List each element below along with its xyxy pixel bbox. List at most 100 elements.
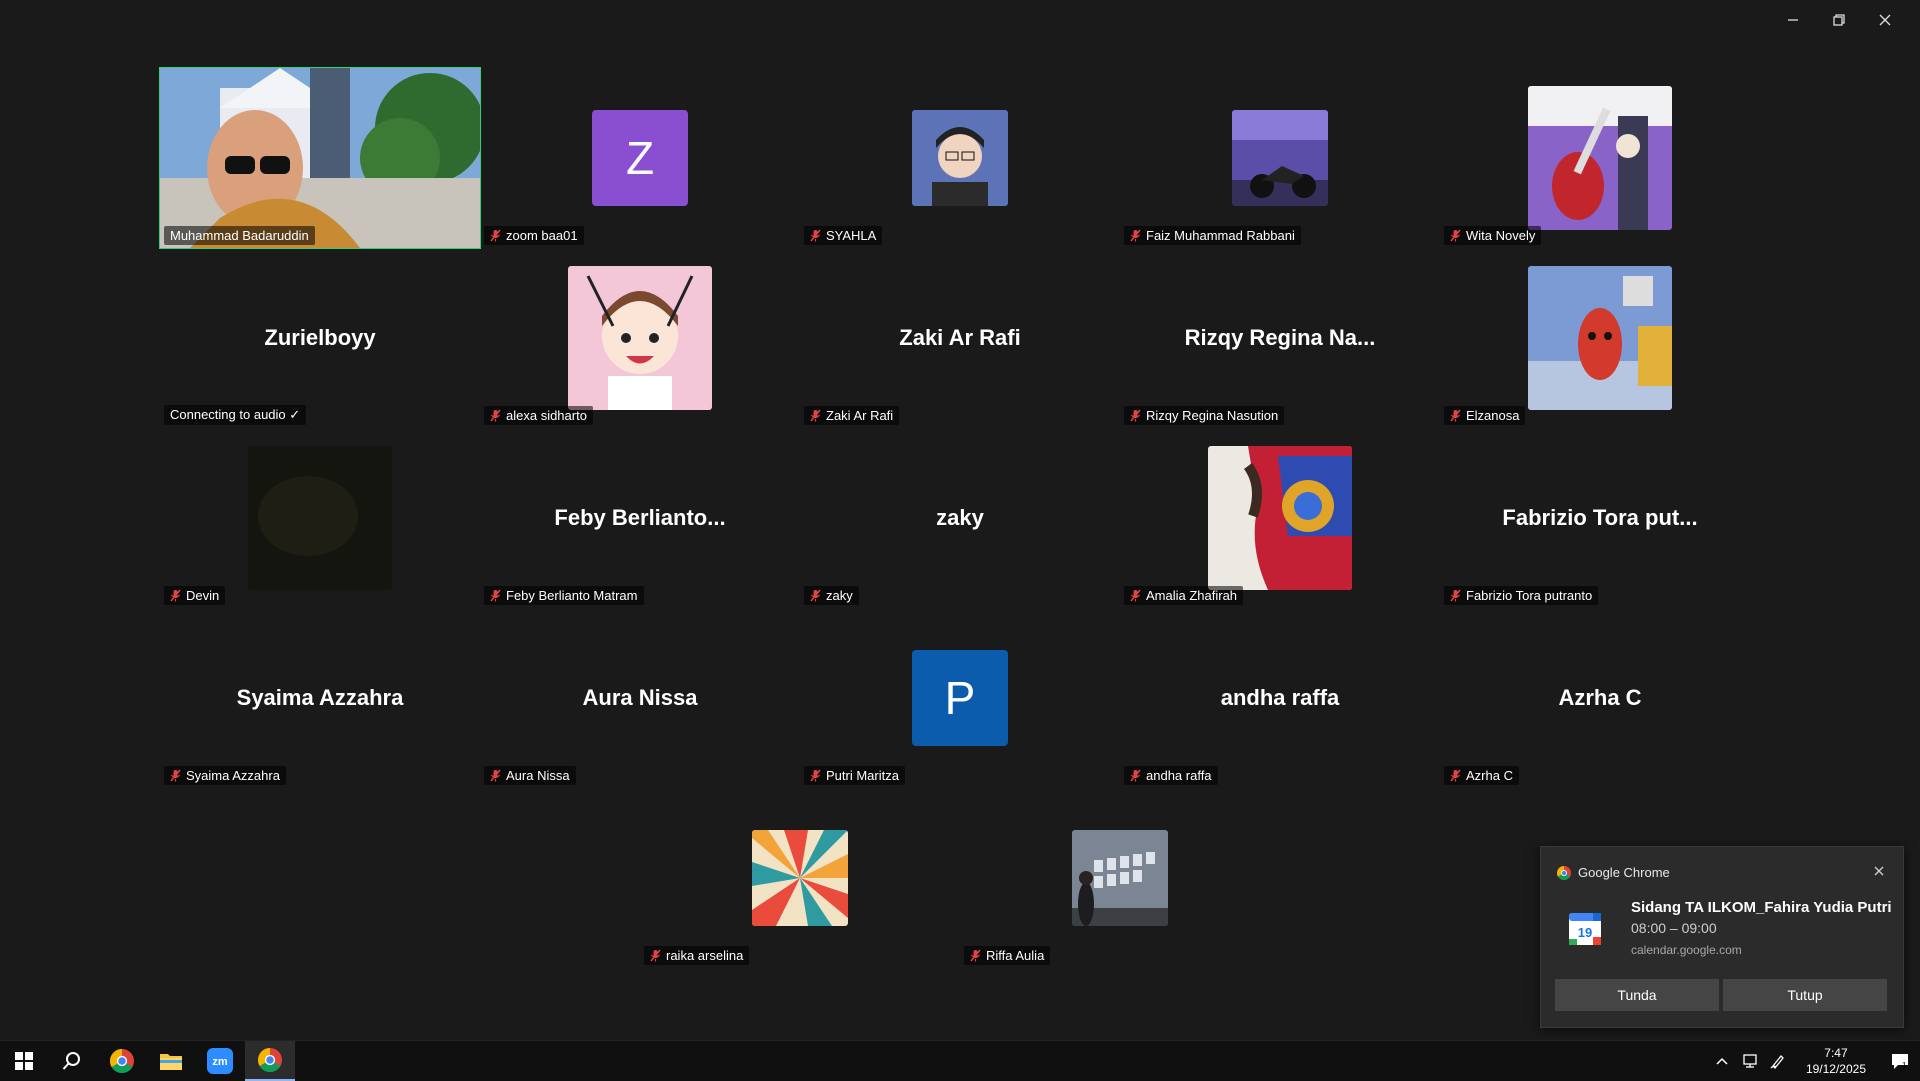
participant-name-label: Rizqy Regina Nasution xyxy=(1124,406,1285,425)
participant-tile[interactable]: Faiz Muhammad Rabbani xyxy=(1120,68,1440,248)
calendar-day: 19 xyxy=(1578,925,1592,940)
clock-time: 7:47 xyxy=(1824,1046,1848,1060)
participant-name: Rizqy Regina Nasution xyxy=(1146,408,1279,423)
system-tray: 7:47 19/12/2025 1 xyxy=(1708,1041,1920,1081)
mic-muted-icon xyxy=(1130,229,1141,242)
participant-display-name: Feby Berlianto... xyxy=(554,505,726,530)
avatar xyxy=(912,110,1008,206)
participant-tile[interactable]: Devin xyxy=(160,428,480,608)
participant-name: Faiz Muhammad Rabbani xyxy=(1146,228,1295,243)
notification-icon: 1 xyxy=(1892,1054,1908,1070)
participant-tile[interactable]: P Putri Maritza xyxy=(800,608,1120,788)
notification-title: Sidang TA ILKOM_Fahira Yudia Putri xyxy=(1631,899,1892,916)
participant-name: Fabrizio Tora putranto xyxy=(1466,588,1593,603)
participant-tile[interactable]: Wita Novely xyxy=(1440,68,1760,248)
mic-muted-icon xyxy=(490,229,501,242)
participant-tile[interactable]: Rizqy Regina Na... Rizqy Regina Nasution xyxy=(1120,248,1440,428)
participant-name-label: Azrha C xyxy=(1444,766,1519,785)
windows-icon xyxy=(15,1052,33,1070)
mic-muted-icon xyxy=(490,769,501,782)
participant-name-label: zaky xyxy=(804,586,859,605)
participant-name-label: Devin xyxy=(164,586,226,605)
participant-tile[interactable]: Zzoom baa01 xyxy=(480,68,800,248)
participant-name: Riffa Aulia xyxy=(986,948,1045,963)
participant-name: zaky xyxy=(826,588,853,603)
avatar xyxy=(752,830,848,926)
participant-tile[interactable]: SYAHLA xyxy=(800,68,1120,248)
participant-name: Devin xyxy=(186,588,220,603)
chrome-icon xyxy=(258,1048,282,1072)
participant-tile[interactable]: andha raffa andha raffa xyxy=(1120,608,1440,788)
file-explorer-button[interactable] xyxy=(147,1041,195,1081)
close-window-button[interactable] xyxy=(1862,6,1908,34)
minimize-button[interactable] xyxy=(1770,6,1816,34)
network-button[interactable] xyxy=(1736,1041,1764,1081)
notification-app-name: Google Chrome xyxy=(1578,865,1670,880)
chrome-icon xyxy=(1557,865,1571,880)
participant-name: Aura Nissa xyxy=(506,768,570,783)
participant-name-label: Elzanosa xyxy=(1444,406,1526,425)
participant-tile[interactable]: zaky zaky xyxy=(800,428,1120,608)
action-center-button[interactable]: 1 xyxy=(1880,1041,1920,1081)
participant-name-label: Faiz Muhammad Rabbani xyxy=(1124,226,1301,245)
participant-tile[interactable]: Muhammad Badaruddin xyxy=(159,67,481,249)
avatar: Z xyxy=(592,110,688,206)
mic-muted-icon xyxy=(810,589,821,602)
participant-name: Zaki Ar Rafi xyxy=(826,408,894,423)
participant-name: Wita Novely xyxy=(1466,228,1536,243)
mic-muted-icon xyxy=(1450,229,1461,242)
mic-muted-icon xyxy=(1450,409,1461,422)
avatar xyxy=(1232,110,1328,206)
participant-tile[interactable]: raika arselina xyxy=(640,788,960,968)
svg-text:1: 1 xyxy=(1902,1061,1907,1070)
start-button[interactable] xyxy=(0,1041,48,1081)
participant-tile[interactable]: Fabrizio Tora put... Fabrizio Tora putran… xyxy=(1440,428,1760,608)
zoom-taskbar-button[interactable]: zm xyxy=(196,1041,244,1081)
participant-name-label: Feby Berlianto Matram xyxy=(484,586,644,605)
avatar xyxy=(1072,830,1168,926)
participant-tile[interactable]: Syaima Azzahra Syaima Azzahra xyxy=(160,608,480,788)
participant-name-label: andha raffa xyxy=(1124,766,1218,785)
participant-tile[interactable]: Azrha C Azrha C xyxy=(1440,608,1760,788)
mic-muted-icon xyxy=(490,589,501,602)
chrome-notification[interactable]: Google Chrome 19 Sidang TA ILKOM_Fahira … xyxy=(1540,846,1904,1028)
avatar xyxy=(1528,266,1672,410)
avatar: P xyxy=(912,650,1008,746)
participant-tile[interactable]: alexa sidharto xyxy=(480,248,800,428)
participant-tile[interactable]: Amalia Zhafirah xyxy=(1120,428,1440,608)
participant-tile[interactable]: Elzanosa xyxy=(1440,248,1760,428)
dismiss-button[interactable]: Tutup xyxy=(1723,979,1887,1011)
participant-name: Amalia Zhafirah xyxy=(1146,588,1238,603)
notification-time: 08:00 – 09:00 xyxy=(1631,920,1717,936)
notification-close-icon[interactable] xyxy=(1869,861,1889,881)
snooze-button[interactable]: Tunda xyxy=(1555,979,1719,1011)
participant-name-label: Zaki Ar Rafi xyxy=(804,406,900,425)
mic-muted-icon xyxy=(1450,769,1461,782)
show-hidden-icons-button[interactable] xyxy=(1708,1041,1736,1081)
participant-tile[interactable]: Zaki Ar Rafi Zaki Ar Rafi xyxy=(800,248,1120,428)
participant-tile[interactable]: Aura Nissa Aura Nissa xyxy=(480,608,800,788)
participant-display-name: Rizqy Regina Na... xyxy=(1184,325,1376,350)
participant-display-name: Azrha C xyxy=(1558,685,1642,710)
participant-name-label: Fabrizio Tora putranto xyxy=(1444,586,1599,605)
search-button[interactable] xyxy=(48,1041,96,1081)
clock[interactable]: 7:47 19/12/2025 xyxy=(1792,1045,1880,1077)
clock-date: 19/12/2025 xyxy=(1805,1062,1866,1076)
chrome-taskbar-button[interactable] xyxy=(98,1041,146,1081)
pen-button[interactable] xyxy=(1764,1041,1792,1081)
participant-name-label: zoom baa01 xyxy=(484,226,584,245)
restore-button[interactable] xyxy=(1816,6,1862,34)
network-icon xyxy=(1743,1054,1757,1068)
mic-muted-icon xyxy=(490,409,501,422)
chrome-active-button[interactable] xyxy=(245,1041,295,1081)
participant-name: Feby Berlianto Matram xyxy=(506,588,638,603)
video-feed xyxy=(160,68,480,248)
notification-source: calendar.google.com xyxy=(1631,943,1742,957)
mic-muted-icon xyxy=(1130,589,1141,602)
participant-tile[interactable]: Riffa Aulia xyxy=(960,788,1280,968)
participant-name: Muhammad Badaruddin xyxy=(170,228,309,243)
participant-tile[interactable]: Zurielboyy Connecting to audio ✓ xyxy=(160,248,480,428)
participant-tile[interactable]: Feby Berlianto... Feby Berlianto Matram xyxy=(480,428,800,608)
avatar xyxy=(1208,446,1352,590)
participant-display-name: zaky xyxy=(936,505,984,530)
